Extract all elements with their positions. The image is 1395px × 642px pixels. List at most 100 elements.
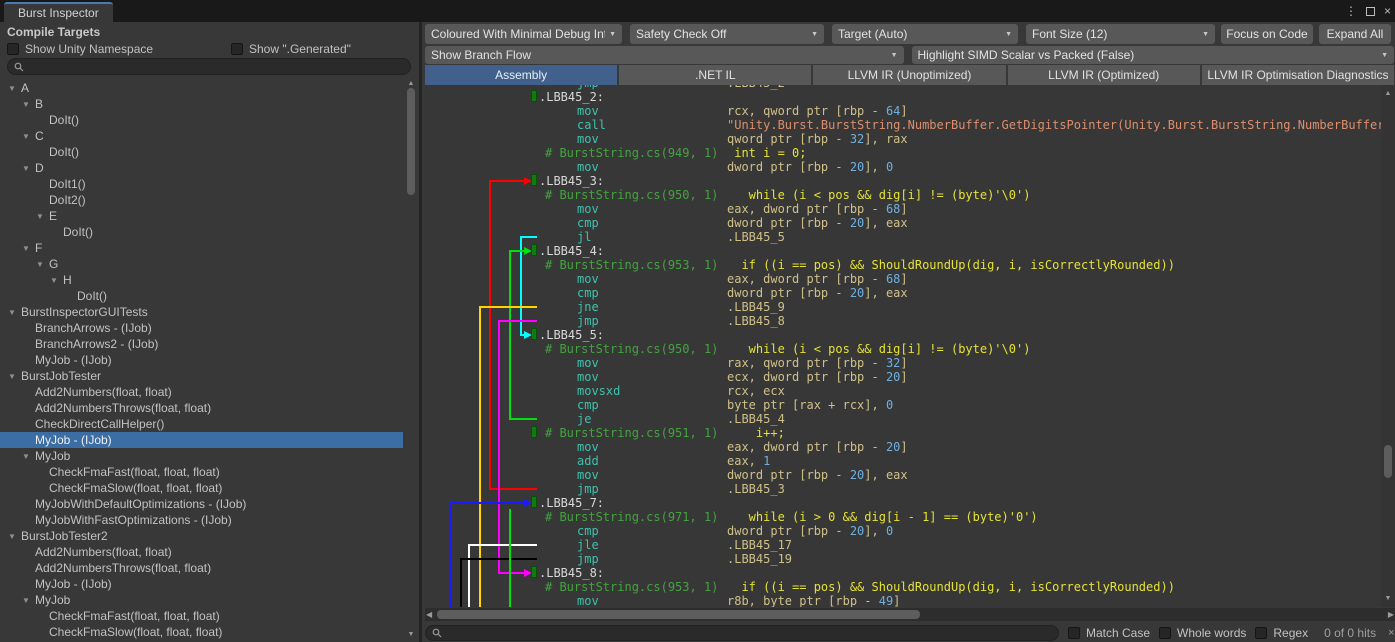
- show-unity-namespace-label: Show Unity Namespace: [25, 42, 153, 56]
- simd-highlight-dropdown[interactable]: Highlight SIMD Scalar vs Packed (False) …: [912, 46, 1395, 64]
- tree-item[interactable]: ▼MyJob: [0, 592, 403, 608]
- regex-checkbox[interactable]: [1255, 627, 1267, 639]
- find-input[interactable]: [446, 627, 1052, 639]
- foldout-icon[interactable]: ▼: [22, 596, 35, 605]
- assembly-line: cmpbyte ptr [rax + rcx], 0: [425, 398, 1381, 412]
- find-close-icon[interactable]: ×: [1388, 627, 1394, 639]
- overflow-menu-icon[interactable]: ⋮: [1345, 5, 1357, 17]
- tab-llvm-ir-diagnostics[interactable]: LLVM IR Optimisation Diagnostics: [1202, 65, 1394, 85]
- tree-item[interactable]: CheckFmaFast(float, float, float): [0, 464, 403, 480]
- maximize-icon[interactable]: [1366, 7, 1375, 16]
- asm-operand: qword ptr [rbp - 32], rax: [727, 132, 908, 146]
- target-dropdown[interactable]: Target (Auto) ▼: [832, 24, 1018, 44]
- tree-item[interactable]: ▼C: [0, 128, 403, 144]
- tree-item[interactable]: DoIt(): [0, 144, 403, 160]
- tree-item[interactable]: MyJobWithFastOptimizations - (IJob): [0, 512, 403, 528]
- safety-check-dropdown[interactable]: Safety Check Off ▼: [630, 24, 824, 44]
- scroll-right-icon[interactable]: ▶: [1388, 610, 1394, 619]
- tree-item[interactable]: MyJob - (IJob): [0, 576, 403, 592]
- window-content: Compile Targets Show Unity Namespace Sho…: [0, 22, 1395, 642]
- find-field[interactable]: [425, 625, 1059, 641]
- foldout-icon[interactable]: ▼: [8, 308, 21, 317]
- tree-item[interactable]: DoIt(): [0, 112, 403, 128]
- focus-on-code-button[interactable]: Focus on Code: [1221, 24, 1313, 44]
- tree-item[interactable]: MyJob - (IJob): [0, 352, 403, 368]
- scroll-up-icon[interactable]: ▲: [404, 80, 418, 87]
- tab-net-il[interactable]: .NET IL: [619, 65, 811, 85]
- code-hscrollbar-thumb[interactable]: [437, 610, 920, 619]
- foldout-icon[interactable]: ▼: [22, 452, 35, 461]
- tree-item[interactable]: DoIt(): [0, 224, 403, 240]
- window-controls: ⋮ ×: [1345, 0, 1391, 22]
- chevron-down-icon: ▼: [1381, 52, 1388, 59]
- tree-item[interactable]: ▼B: [0, 96, 403, 112]
- tree-item[interactable]: CheckFmaSlow(float, float, float): [0, 624, 403, 640]
- assembly-lines: jmp.LBB45_2.LBB45_2:movrcx, qword ptr [r…: [425, 85, 1381, 607]
- foldout-icon[interactable]: ▼: [22, 164, 35, 173]
- code-horizontal-scrollbar: ◀ ▶: [425, 608, 1395, 621]
- target-search-input[interactable]: [28, 61, 404, 73]
- tree-item[interactable]: CheckFmaSlow(float, float, float): [0, 480, 403, 496]
- tree-item[interactable]: ▼E: [0, 208, 403, 224]
- font-size-dropdown[interactable]: Font Size (12) ▼: [1026, 24, 1215, 44]
- foldout-icon[interactable]: ▼: [22, 100, 35, 109]
- tree-item[interactable]: Add2Numbers(float, float): [0, 384, 403, 400]
- tree-item[interactable]: ▼BurstJobTester: [0, 368, 403, 384]
- tree-item[interactable]: ▼F: [0, 240, 403, 256]
- tree-item[interactable]: ▼G: [0, 256, 403, 272]
- tree-item[interactable]: MyJob - (IJob): [0, 432, 403, 448]
- tree-item[interactable]: BranchArrows - (IJob): [0, 320, 403, 336]
- window-tab-burst-inspector[interactable]: Burst Inspector: [4, 2, 113, 22]
- foldout-icon[interactable]: ▼: [36, 260, 49, 269]
- tree-item[interactable]: BranchArrows2 - (IJob): [0, 336, 403, 352]
- tree-item[interactable]: ▼A: [0, 80, 403, 96]
- scroll-left-icon[interactable]: ◀: [426, 610, 432, 619]
- scroll-down-icon[interactable]: ▼: [1381, 595, 1395, 602]
- tree-item[interactable]: MyJobWithDefaultOptimizations - (IJob): [0, 496, 403, 512]
- whole-words-checkbox[interactable]: [1159, 627, 1171, 639]
- tree-item-label: DoIt(): [49, 113, 79, 127]
- tree-item[interactable]: ▼H: [0, 272, 403, 288]
- branch-flow-dropdown[interactable]: Show Branch Flow ▼: [425, 46, 904, 64]
- debug-info-dropdown[interactable]: Coloured With Minimal Debug Information …: [425, 24, 622, 44]
- tab-assembly[interactable]: Assembly: [425, 65, 617, 85]
- expand-all-button[interactable]: Expand All: [1319, 24, 1391, 44]
- foldout-icon[interactable]: ▼: [22, 244, 35, 253]
- tree-item[interactable]: DoIt(): [0, 288, 403, 304]
- tree-item[interactable]: Add2Numbers(float, float): [0, 544, 403, 560]
- tree-scrollbar-thumb[interactable]: [407, 88, 415, 195]
- tree-item[interactable]: DoIt1(): [0, 176, 403, 192]
- asm-mnemonic: movsxd: [577, 384, 620, 398]
- show-unity-namespace-checkbox[interactable]: [7, 43, 19, 55]
- target-search-field[interactable]: [7, 58, 411, 75]
- foldout-icon[interactable]: ▼: [22, 132, 35, 141]
- tree-item[interactable]: Add2NumbersThrows(float, float): [0, 400, 403, 416]
- tab-llvm-ir-optimized[interactable]: LLVM IR (Optimized): [1008, 65, 1200, 85]
- foldout-icon[interactable]: ▼: [8, 84, 21, 93]
- close-icon[interactable]: ×: [1384, 5, 1391, 17]
- tree-item[interactable]: ▼MyJob: [0, 448, 403, 464]
- tree-item[interactable]: CheckFmaFast(float, float, float): [0, 608, 403, 624]
- scroll-down-icon[interactable]: ▼: [404, 631, 418, 638]
- tab-llvm-ir-unoptimized[interactable]: LLVM IR (Unoptimized): [813, 65, 1005, 85]
- tree-item[interactable]: Add2NumbersThrows(float, float): [0, 560, 403, 576]
- compile-targets-panel: Compile Targets Show Unity Namespace Sho…: [0, 22, 422, 642]
- foldout-icon[interactable]: ▼: [8, 372, 21, 381]
- foldout-icon[interactable]: ▼: [8, 532, 21, 541]
- scroll-up-icon[interactable]: ▲: [1381, 90, 1395, 97]
- code-vscrollbar-thumb[interactable]: [1384, 445, 1392, 478]
- tree-item[interactable]: ▼BurstInspectorGUITests: [0, 304, 403, 320]
- foldout-icon[interactable]: ▼: [36, 212, 49, 221]
- assembly-line: jle.LBB45_17: [425, 538, 1381, 552]
- tree-scrollbar: ▲ ▼: [404, 78, 418, 640]
- asm-label: .LBB45_2:: [539, 90, 604, 104]
- show-generated-checkbox[interactable]: [231, 43, 243, 55]
- assembly-line: jne.LBB45_9: [425, 300, 1381, 314]
- match-case-checkbox[interactable]: [1068, 627, 1080, 639]
- tree-item[interactable]: DoIt2(): [0, 192, 403, 208]
- source-comment: # BurstString.cs(949, 1): [545, 146, 718, 160]
- tree-item[interactable]: ▼BurstJobTester2: [0, 528, 403, 544]
- foldout-icon[interactable]: ▼: [50, 276, 63, 285]
- tree-item[interactable]: ▼D: [0, 160, 403, 176]
- tree-item[interactable]: CheckDirectCallHelper(): [0, 416, 403, 432]
